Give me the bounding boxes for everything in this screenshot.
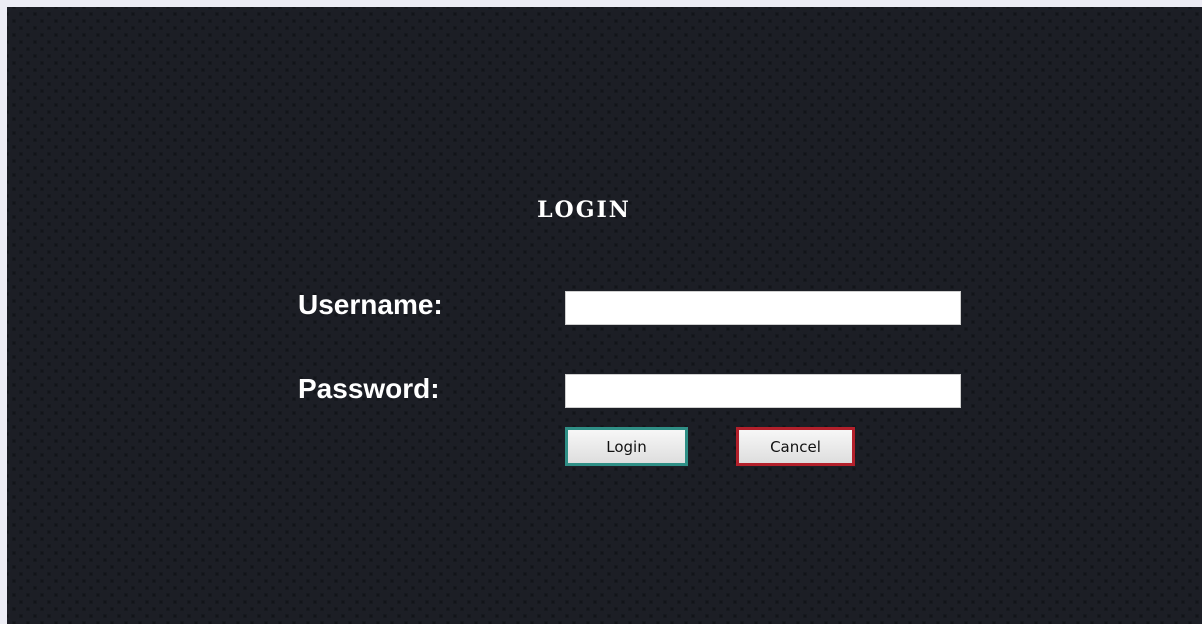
password-input[interactable] — [565, 374, 961, 408]
password-label: Password: — [298, 373, 440, 404]
login-page-background: LOGIN Username: Password: Login Cancel — [7, 7, 1202, 624]
username-input[interactable] — [565, 291, 961, 325]
cancel-button[interactable]: Cancel — [736, 427, 855, 466]
login-title: LOGIN — [537, 197, 631, 223]
username-label: Username: — [298, 289, 443, 320]
login-button[interactable]: Login — [565, 427, 688, 466]
